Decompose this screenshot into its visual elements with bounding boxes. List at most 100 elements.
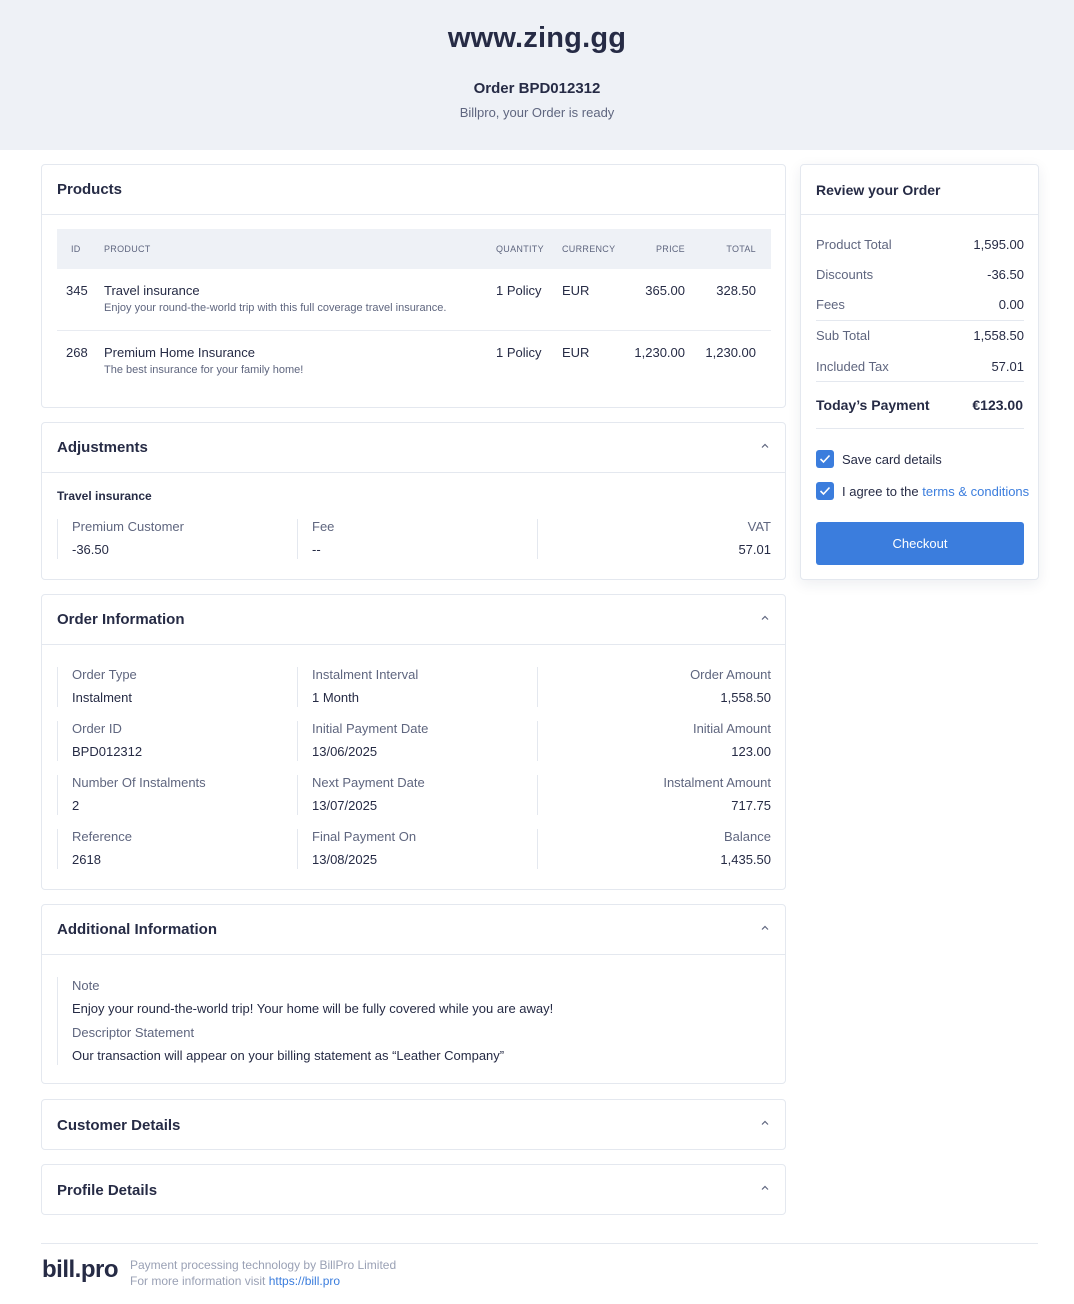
- note-label: Note: [72, 978, 100, 993]
- field-label: Order Amount: [690, 667, 771, 682]
- product-name: Premium Home Insurance: [104, 345, 255, 360]
- column-divider: [537, 667, 538, 707]
- product-price: 365.00: [645, 283, 685, 298]
- agree-terms-row[interactable]: I agree to the terms & conditions: [816, 482, 1029, 500]
- product-name: Travel insurance: [104, 283, 200, 298]
- adjustments-title: Adjustments: [57, 439, 148, 456]
- adjustment-fee: Fee --: [297, 519, 537, 559]
- review-line-label: Included Tax: [816, 359, 889, 374]
- footer-info: For more information visit https://bill.…: [130, 1274, 340, 1288]
- profile-details-title: Profile Details: [57, 1181, 158, 1199]
- field-value: 1,435.50: [720, 852, 771, 867]
- adjustments-header[interactable]: Adjustments: [42, 423, 785, 473]
- adjustment-label: Fee: [312, 519, 335, 534]
- products-card: Products ID PRODUCT QUANTITY CURRENCY PR…: [41, 164, 786, 408]
- adjustment-value: --: [312, 542, 321, 557]
- chevron-up-icon[interactable]: [761, 1184, 769, 1192]
- adjustment-label: VAT: [747, 519, 771, 534]
- order-info-field: Number Of Instalments 2: [57, 775, 297, 815]
- product-quantity: 1 Policy: [496, 283, 542, 298]
- order-info-field: Initial Amount 123.00: [531, 721, 771, 761]
- order-info-field: Order Amount 1,558.50: [531, 667, 771, 707]
- column-divider: [537, 721, 538, 761]
- review-line: Fees 0.00: [816, 289, 1024, 319]
- field-value: 1 Month: [312, 690, 359, 705]
- review-line: Included Tax 57.01: [816, 351, 1024, 381]
- adjustment-premium-customer: Premium Customer -36.50: [57, 519, 297, 559]
- review-order-card: Review your Order Product Total 1,595.00 D…: [800, 164, 1039, 580]
- column-header-currency: CURRENCY: [562, 244, 616, 254]
- checkout-button[interactable]: Checkout: [816, 522, 1024, 565]
- order-information-header[interactable]: Order Information: [42, 595, 785, 645]
- footer-info-prefix: For more information visit: [130, 1274, 269, 1288]
- billpro-link[interactable]: https://bill.pro: [269, 1274, 340, 1288]
- divider: [816, 320, 1024, 321]
- chevron-up-icon[interactable]: [761, 614, 769, 622]
- profile-details-card: Profile Details: [41, 1164, 786, 1215]
- field-label: Initial Payment Date: [312, 721, 429, 736]
- product-currency: EUR: [562, 283, 590, 298]
- order-info-field: Order ID BPD012312: [57, 721, 297, 761]
- customer-details-header[interactable]: Customer Details: [42, 1100, 785, 1150]
- table-row: 345 Travel insurance Enjoy your round-th…: [57, 269, 771, 331]
- checkmark-icon: [819, 486, 831, 496]
- product-id: 268: [66, 345, 88, 360]
- adjustment-value: 57.01: [738, 542, 771, 557]
- product-id: 345: [66, 283, 88, 298]
- chevron-up-icon[interactable]: [761, 924, 769, 932]
- descriptor-label: Descriptor Statement: [72, 1025, 195, 1040]
- order-info-field: Balance 1,435.50: [531, 829, 771, 869]
- review-line-value: 0.00: [998, 297, 1024, 312]
- order-info-field: Initial Payment Date 13/06/2025: [297, 721, 537, 761]
- field-label: Initial Amount: [692, 721, 771, 736]
- order-info-field: Order Type Instalment: [57, 667, 297, 707]
- terms-link[interactable]: terms & conditions: [922, 484, 1029, 499]
- todays-payment-value: €123.00: [972, 397, 1023, 413]
- additional-information-header[interactable]: Additional Information: [42, 905, 785, 955]
- review-line-label: Discounts: [816, 267, 874, 282]
- column-divider: [537, 775, 538, 815]
- order-info-field: Final Payment On 13/08/2025: [297, 829, 537, 869]
- footer-text: Payment processing technology by BillPro…: [130, 1258, 397, 1272]
- adjustment-label: Premium Customer: [72, 519, 184, 534]
- footer-divider: [41, 1243, 1038, 1244]
- review-line: Product Total 1,595.00: [816, 229, 1024, 259]
- profile-details-header[interactable]: Profile Details: [42, 1165, 785, 1215]
- divider: [816, 381, 1024, 382]
- agree-terms-prefix: I agree to the: [842, 483, 923, 499]
- site-title: www.zing.gg: [447, 22, 627, 54]
- customer-details-card: Customer Details: [41, 1099, 786, 1150]
- field-value: BPD012312: [72, 744, 143, 759]
- agree-terms-checkbox[interactable]: [816, 482, 834, 500]
- column-header-price: PRICE: [655, 244, 685, 254]
- field-value: 717.75: [731, 798, 771, 813]
- save-card-row[interactable]: Save card details: [816, 450, 942, 468]
- column-header-product: PRODUCT: [104, 244, 151, 254]
- billpro-logo: bill.pro: [42, 1256, 119, 1283]
- column-header-total: TOTAL: [726, 244, 756, 254]
- review-line: Sub Total 1,558.50: [816, 320, 1024, 350]
- column-header-id: ID: [71, 244, 81, 254]
- product-total: 1,230.00: [705, 345, 756, 360]
- agree-terms-label: I agree to the terms & conditions: [842, 484, 1029, 499]
- products-table: ID PRODUCT QUANTITY CURRENCY PRICE TOTAL…: [57, 229, 771, 393]
- column-divider: [537, 829, 538, 869]
- save-card-checkbox[interactable]: [816, 450, 834, 468]
- additional-info-content: Note Enjoy your round-the-world trip! Yo…: [57, 977, 757, 1065]
- review-line-label: Product Total: [816, 237, 892, 252]
- chevron-up-icon[interactable]: [761, 1119, 769, 1127]
- product-quantity: 1 Policy: [496, 345, 542, 360]
- field-value: 2618: [72, 852, 101, 867]
- field-label: Instalment Amount: [663, 775, 771, 790]
- table-header: ID PRODUCT QUANTITY CURRENCY PRICE TOTAL: [57, 229, 771, 269]
- field-label: Reference: [72, 829, 132, 844]
- review-order-header: Review your Order: [801, 165, 1038, 215]
- order-info-field: Instalment Interval 1 Month: [297, 667, 537, 707]
- review-line-value: 1,595.00: [973, 237, 1024, 252]
- review-line-value: 57.01: [991, 359, 1024, 374]
- chevron-up-icon[interactable]: [761, 442, 769, 450]
- field-label: Next Payment Date: [312, 775, 425, 790]
- review-line-label: Fees: [816, 297, 845, 312]
- product-currency: EUR: [562, 345, 590, 360]
- field-value: 13/08/2025: [312, 852, 378, 867]
